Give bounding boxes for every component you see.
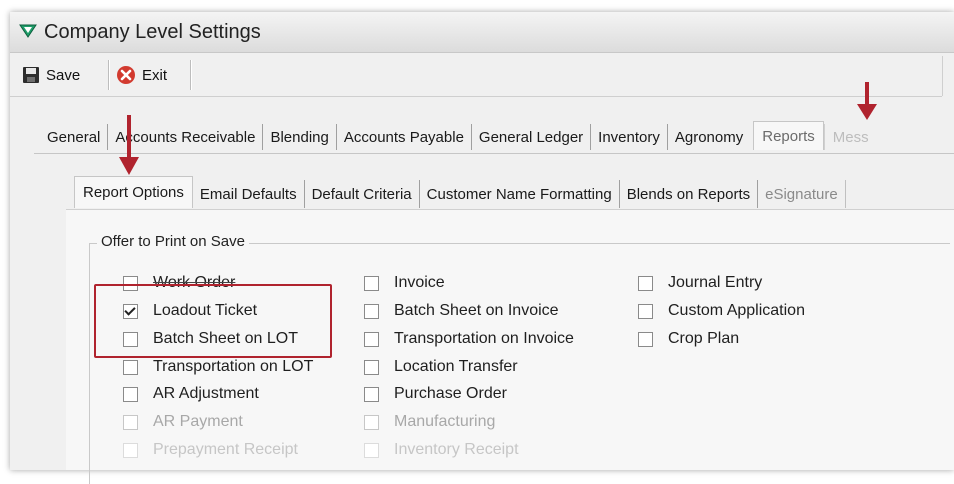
checkbox-crop-plan[interactable]: Crop Plan bbox=[638, 328, 739, 350]
checkbox-box bbox=[638, 331, 653, 347]
tab-blending[interactable]: Blending bbox=[263, 124, 337, 150]
checkbox-label: Crop Plan bbox=[668, 330, 740, 347]
checkbox-box bbox=[364, 359, 379, 375]
tab-reports[interactable]: Reports bbox=[753, 121, 824, 150]
checkbox-box bbox=[364, 414, 379, 430]
checkbox-box bbox=[364, 331, 379, 347]
checkbox-label: Purchase Order bbox=[394, 385, 507, 402]
tab-label: Accounts Payable bbox=[343, 128, 464, 146]
checkbox-label: Prepayment Receipt bbox=[153, 441, 298, 458]
checkbox-box bbox=[638, 303, 653, 319]
exit-button[interactable]: Exit bbox=[116, 62, 167, 88]
checkbox-label: Batch Sheet on Invoice bbox=[394, 302, 559, 319]
annotation-arrow-icon bbox=[119, 115, 139, 175]
checkbox-transportation-on-invoice[interactable]: Transportation on Invoice bbox=[364, 328, 574, 350]
tab-label: General bbox=[47, 128, 101, 146]
report-tab-strip: Report Options Email Defaults Default Cr… bbox=[74, 176, 846, 208]
tab-label: Blending bbox=[270, 128, 329, 146]
checkbox-box bbox=[638, 275, 653, 291]
tab-label: eSignature bbox=[765, 185, 838, 203]
checkbox-label: AR Adjustment bbox=[153, 385, 259, 402]
tab-label: Report Options bbox=[83, 184, 184, 201]
toolbar: Save Exit bbox=[10, 56, 954, 96]
checkbox-label: Transportation on LOT bbox=[153, 358, 314, 375]
window-title: Company Level Settings bbox=[44, 21, 261, 43]
toolbar-separator bbox=[108, 60, 109, 90]
tab-label: Default Criteria bbox=[311, 185, 412, 203]
checkbox-purchase-order[interactable]: Purchase Order bbox=[364, 383, 507, 405]
tab-report-options[interactable]: Report Options bbox=[74, 176, 193, 208]
tab-inventory[interactable]: Inventory bbox=[591, 124, 668, 150]
checkbox-box bbox=[364, 275, 379, 291]
checkbox-label: Location Transfer bbox=[394, 358, 518, 375]
save-button[interactable]: Save bbox=[22, 62, 80, 88]
checkbox-batch-sheet-on-invoice[interactable]: Batch Sheet on Invoice bbox=[364, 300, 559, 322]
tab-label: Reports bbox=[762, 127, 815, 145]
tab-accounts-payable[interactable]: Accounts Payable bbox=[337, 124, 472, 150]
tab-label: Mess bbox=[832, 128, 869, 146]
toolbar-divider bbox=[10, 96, 942, 97]
floppy-disk-icon bbox=[23, 67, 39, 83]
checkbox-label: Custom Application bbox=[668, 302, 805, 319]
checkbox-box bbox=[123, 414, 138, 430]
checkbox-ar-payment[interactable]: AR Payment bbox=[123, 411, 243, 433]
green-triangle-icon bbox=[19, 24, 37, 38]
tab-label: General Ledger bbox=[478, 128, 584, 146]
tab-general-ledger[interactable]: General Ledger bbox=[472, 124, 592, 150]
checkbox-ar-adjustment[interactable]: AR Adjustment bbox=[123, 383, 259, 405]
toolbar-divider bbox=[942, 56, 943, 96]
checkbox-box bbox=[364, 442, 379, 458]
tab-default-criteria[interactable]: Default Criteria bbox=[305, 180, 420, 208]
tab-label: Email Defaults bbox=[199, 185, 297, 203]
checkbox-box bbox=[364, 386, 379, 402]
tab-label: Agronomy bbox=[674, 128, 744, 146]
tab-label: Blends on Reports bbox=[626, 185, 751, 203]
tab-label: Customer Name Formatting bbox=[426, 185, 612, 203]
toolbar-separator bbox=[190, 60, 191, 90]
tab-general[interactable]: General bbox=[40, 124, 109, 150]
checkbox-transportation-on-lot[interactable]: Transportation on LOT bbox=[123, 356, 313, 378]
checkbox-label: Transportation on Invoice bbox=[394, 330, 574, 347]
title-bar: Company Level Settings bbox=[10, 12, 954, 53]
annotation-arrow-icon bbox=[857, 82, 877, 120]
checkbox-journal-entry[interactable]: Journal Entry bbox=[638, 272, 762, 294]
tab-customer-name-formatting[interactable]: Customer Name Formatting bbox=[420, 180, 620, 208]
annotation-highlight-box bbox=[94, 284, 332, 358]
tab-agronomy[interactable]: Agronomy bbox=[668, 124, 753, 150]
tab-label: Inventory bbox=[598, 128, 660, 146]
checkbox-custom-application[interactable]: Custom Application bbox=[638, 300, 805, 322]
checkbox-label: AR Payment bbox=[153, 413, 243, 430]
group-label: Offer to Print on Save bbox=[97, 233, 249, 250]
tab-email-defaults[interactable]: Email Defaults bbox=[193, 180, 305, 208]
red-x-circle-icon bbox=[117, 66, 135, 84]
checkbox-label: Journal Entry bbox=[668, 274, 763, 291]
checkbox-location-transfer[interactable]: Location Transfer bbox=[364, 356, 518, 378]
checkbox-label: Invoice bbox=[394, 274, 445, 291]
checkbox-manufacturing[interactable]: Manufacturing bbox=[364, 411, 495, 433]
checkbox-box bbox=[123, 442, 138, 458]
save-label: Save bbox=[46, 66, 81, 84]
checkbox-box bbox=[123, 386, 138, 402]
checkbox-prepayment-receipt[interactable]: Prepayment Receipt bbox=[123, 439, 298, 461]
main-tab-baseline bbox=[34, 153, 954, 154]
checkbox-invoice[interactable]: Invoice bbox=[364, 272, 445, 294]
main-tab-strip: General Accounts Receivable Blending Acc… bbox=[40, 121, 876, 150]
checkbox-box bbox=[123, 359, 138, 375]
checkbox-label: Manufacturing bbox=[394, 413, 496, 430]
checkbox-label: Inventory Receipt bbox=[394, 441, 519, 458]
checkbox-inventory-receipt[interactable]: Inventory Receipt bbox=[364, 439, 519, 461]
exit-label: Exit bbox=[142, 66, 168, 84]
checkbox-box bbox=[364, 303, 379, 319]
tab-esignature[interactable]: eSignature bbox=[758, 180, 846, 208]
tab-messages[interactable]: Mess bbox=[823, 124, 876, 150]
tab-blends-on-reports[interactable]: Blends on Reports bbox=[620, 180, 759, 208]
